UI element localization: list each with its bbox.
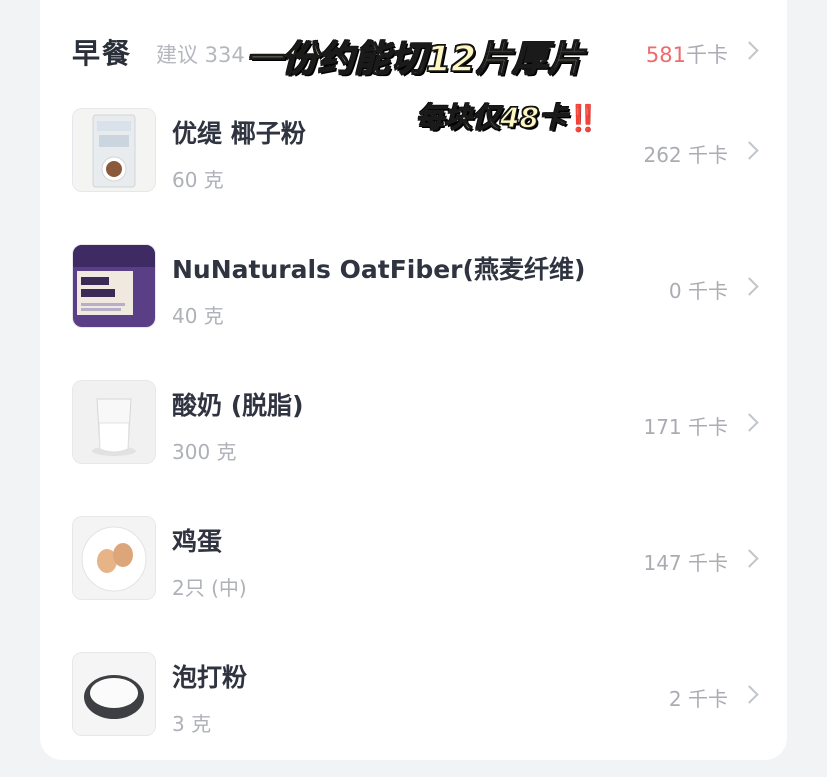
food-name: 鸡蛋 [172,527,223,556]
food-name: 酸奶 (脱脂) [172,391,304,420]
overlay-caption-slices: 一份约能切12片厚片 [245,38,585,81]
food-item-eggs[interactable]: 鸡蛋 2只 (中) 147 千卡 [72,516,762,606]
food-name: NuNaturals OatFiber(燕麦纤维) [172,255,586,284]
food-quantity: 3 克 [172,712,212,736]
food-quantity: 40 克 [172,304,224,328]
meal-total-value: 581 [645,43,686,67]
baking-powder-bowl-photo [72,652,156,736]
chevron-right-icon [740,141,759,160]
eggs-plate-photo [72,516,156,600]
meal-total-unit: 千卡 [686,43,728,67]
food-calories: 171 千卡 [643,415,728,439]
meal-title: 早餐 [72,37,133,70]
chevron-right-icon [740,549,759,568]
chevron-right-icon [740,277,759,296]
food-calories: 147 千卡 [643,551,728,575]
oat-fiber-bag-photo [72,244,156,328]
yogurt-glass-photo [72,380,156,464]
food-calories: 262 千卡 [643,143,728,167]
overlay-caption-calories: 每块仅48卡‼️ [415,96,600,136]
chevron-right-icon [740,41,759,60]
food-quantity: 60 克 [172,168,224,192]
food-item-baking-powder[interactable]: 泡打粉 3 克 2 千卡 [72,652,762,742]
food-quantity: 2只 (中) [172,576,247,600]
food-name: 泡打粉 [172,663,248,692]
overlay-caption-calories-text: 每块仅48卡 [415,100,567,134]
meal-total-calories: 581千卡 [646,39,728,69]
suggested-calories: 建议 334 [156,43,245,67]
chevron-right-icon [740,685,759,704]
double-exclamation-icon: ‼️ [566,104,600,134]
food-item-yogurt[interactable]: 酸奶 (脱脂) 300 克 171 千卡 [72,380,762,470]
food-calories: 2 千卡 [668,687,728,711]
food-calories: 0 千卡 [668,279,728,303]
food-quantity: 300 克 [172,440,237,464]
food-name: 优缇 椰子粉 [172,119,306,148]
chevron-right-icon [740,413,759,432]
coconut-flour-bag-photo [72,108,156,192]
food-item-oat-fiber[interactable]: NuNaturals OatFiber(燕麦纤维) 40 克 0 千卡 [72,244,762,334]
